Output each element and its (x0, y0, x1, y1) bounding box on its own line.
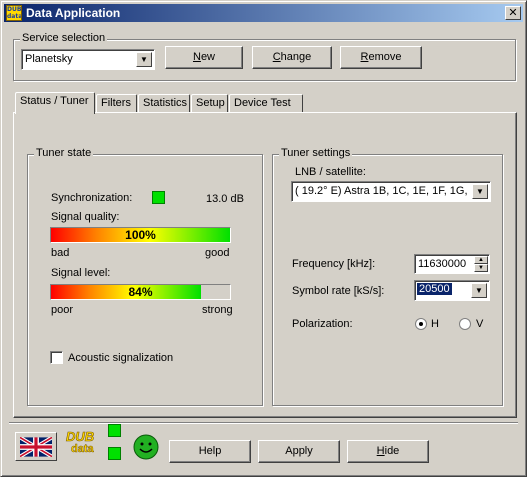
tab-statistics[interactable]: Statistics (138, 94, 190, 113)
frequency-value: 11630000 (418, 258, 467, 270)
frequency-spinner[interactable]: 11630000 ▲ ▼ (414, 254, 490, 274)
symbol-rate-value: 20500 (417, 283, 452, 295)
uk-flag-icon (20, 437, 52, 457)
footer-divider (9, 422, 518, 424)
signal-level-label: Signal level: (51, 267, 111, 279)
spin-up-icon[interactable]: ▲ (474, 256, 488, 264)
window-title: Data Application (26, 6, 121, 20)
remove-button[interactable]: Remove (340, 46, 422, 69)
tab-setup[interactable]: Setup (191, 94, 228, 113)
service-select-value: Planetsky (25, 53, 73, 65)
symbol-rate-select[interactable]: 20500 ▼ (414, 280, 490, 301)
sync-value: 13.0 dB (206, 193, 244, 205)
polarization-h-radio[interactable] (415, 318, 427, 330)
polarization-v-radio[interactable] (459, 318, 471, 330)
tab-status-tuner[interactable]: Status / Tuner (15, 92, 95, 114)
hide-button[interactable]: Hide (347, 440, 429, 463)
signal-quality-high: good (205, 247, 230, 259)
polarization-label: Polarization: (292, 318, 353, 330)
sync-led (152, 191, 165, 204)
app-logo-icon: DUB data (6, 5, 22, 21)
chevron-down-icon[interactable]: ▼ (472, 184, 488, 199)
dub-data-logo: DUB data (65, 429, 101, 461)
signal-quality-bar: 100% (50, 227, 231, 243)
new-button[interactable]: New (165, 46, 243, 69)
status-led-bottom (108, 447, 121, 460)
lnb-select[interactable]: ( 19.2° E) Astra 1B, 1C, 1E, 1F, 1G, 1 ▼ (291, 181, 491, 202)
symbol-rate-label: Symbol rate [kS/s]: (292, 285, 385, 297)
logo-bottom-text: data (71, 443, 94, 456)
service-selection-legend: Service selection (20, 32, 108, 44)
status-led-top (108, 424, 121, 437)
smiley-status-icon (133, 434, 159, 460)
logo-top-text: DUB (66, 429, 95, 445)
spin-down-icon[interactable]: ▼ (474, 264, 488, 272)
sync-label: Synchronization: (51, 192, 133, 204)
signal-quality-percent: 100% (125, 228, 156, 242)
acoustic-signalization-label: Acoustic signalization (68, 352, 174, 364)
polarization-h-label: H (431, 318, 439, 330)
tuner-settings-legend: Tuner settings (279, 147, 353, 159)
signal-level-bar: 84% (50, 284, 231, 300)
frequency-label: Frequency [kHz]: (292, 258, 376, 270)
chevron-down-icon[interactable]: ▼ (136, 52, 152, 67)
language-flag-button[interactable] (15, 432, 57, 461)
help-button[interactable]: Help (169, 440, 251, 463)
change-button[interactable]: Change (252, 46, 332, 69)
lnb-select-value: ( 19.2° E) Astra 1B, 1C, 1E, 1F, 1G, 1 (295, 185, 470, 197)
title-bar[interactable]: DUB data Data Application ✕ (4, 4, 523, 22)
close-button[interactable]: ✕ (505, 6, 521, 20)
tab-device-test[interactable]: Device Test (229, 94, 303, 113)
tab-filters[interactable]: Filters (96, 94, 137, 113)
polarization-v-label: V (476, 318, 484, 330)
chevron-down-icon[interactable]: ▼ (471, 283, 487, 298)
tuner-state-legend: Tuner state (34, 147, 94, 159)
apply-button[interactable]: Apply (258, 440, 340, 463)
signal-quality-label: Signal quality: (51, 211, 120, 223)
acoustic-signalization-checkbox[interactable] (50, 351, 63, 364)
signal-level-percent: 84% (128, 285, 153, 299)
signal-level-low: poor (51, 304, 74, 316)
signal-quality-low: bad (51, 247, 70, 259)
service-select[interactable]: Planetsky ▼ (21, 49, 155, 70)
signal-level-high: strong (202, 304, 233, 316)
app-window: DUB data Data Application ✕ Service sele… (0, 0, 527, 477)
frequency-spin-buttons: ▲ ▼ (474, 256, 488, 272)
lnb-label: LNB / satellite: (295, 166, 366, 178)
